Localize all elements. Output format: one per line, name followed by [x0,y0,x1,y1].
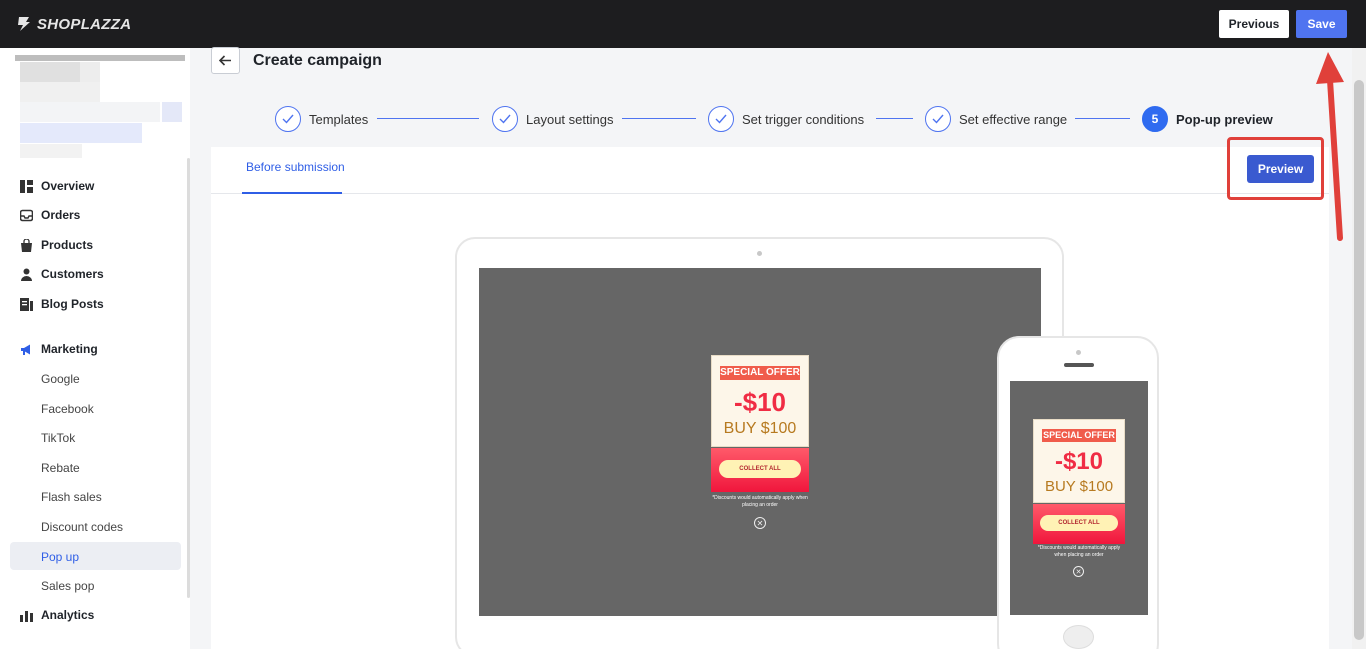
sidebar-subitem-discount-codes[interactable]: Discount codes [41,520,123,534]
page-scrollbar-thumb[interactable] [1354,80,1364,640]
collect-all-button[interactable]: COLLECT ALL [1040,515,1118,531]
sidebar-item-label: Products [41,238,94,252]
coupon-buy-text: BUY $100 [1044,478,1114,495]
step-label: Set effective range [959,111,1068,127]
step-connector [377,118,479,119]
sidebar-subitem-sales-pop[interactable]: Sales pop [41,579,94,593]
check-icon [275,106,301,132]
check-icon [708,106,734,132]
sidebar-item-label: Analytics [41,608,95,622]
sidebar-scrollbar[interactable] [187,158,190,598]
home-button-icon [1063,625,1094,649]
back-button[interactable] [211,47,240,74]
tab-divider [211,193,1329,194]
blur-pixel [162,102,182,122]
coupon-tag: SPECIAL OFFER [1042,429,1116,442]
blog-icon [20,297,33,311]
blur-pixel [20,82,100,102]
sidebar-subitem-flash-sales[interactable]: Flash sales [41,490,102,504]
sidebar-item-customers[interactable]: Customers [20,264,104,284]
shoplazza-logo[interactable]: SHOPLAZZA [16,14,131,34]
sidebar-subitem-pop-up[interactable]: Pop up [41,550,79,564]
annotation-highlight-box [1227,137,1324,200]
close-icon[interactable]: ✕ [1073,566,1084,577]
sidebar-active-highlight [10,542,181,570]
step-label: Pop-up preview [1176,111,1273,127]
logo-text: SHOPLAZZA [37,15,132,33]
arrow-left-icon [219,55,231,66]
bag-icon [21,238,32,252]
step-templates[interactable]: Templates [275,106,368,132]
sidebar-subitem-tiktok[interactable]: TikTok [41,431,75,445]
blur-pixel [20,123,142,143]
step-set-trigger-conditions[interactable]: Set trigger conditions [708,106,864,132]
sidebar-item-blog-posts[interactable]: Blog Posts [20,294,104,314]
tab-active-indicator [242,192,342,194]
blur-pixel [20,62,80,82]
sidebar-item-label: Marketing [41,342,98,356]
step-label: Templates [309,111,369,127]
coupon-buy-text: BUY $100 [723,420,797,437]
sidebar-item-marketing[interactable]: Marketing [20,339,98,359]
sidebar-subitem-google[interactable]: Google [41,372,80,386]
sidebar-item-label: Overview [41,179,95,193]
save-button[interactable]: Save [1296,10,1347,38]
step-connector [622,118,696,119]
step-pop-up-preview[interactable]: 5 Pop-up preview [1142,106,1273,132]
coupon-amount: -$10 [733,387,787,417]
sidebar-item-products[interactable]: Products [20,235,93,255]
step-label: Layout settings [526,111,614,127]
tab-before-submission[interactable]: Before submission [246,160,345,174]
step-layout-settings[interactable]: Layout settings [492,106,613,132]
sidebar-item-overview[interactable]: Overview [20,176,94,196]
step-set-effective-range[interactable]: Set effective range [925,106,1067,132]
top-bar: SHOPLAZZA Previous Save [0,0,1366,48]
blur-pixel [20,102,160,122]
collect-all-button[interactable]: COLLECT ALL [719,460,801,478]
close-icon[interactable]: ✕ [754,517,766,529]
sidebar-item-label: Orders [41,208,81,222]
camera-icon [1076,350,1081,355]
coupon-note: *Discounts would automatically apply whe… [1037,545,1121,558]
camera-icon [757,251,762,256]
page-title: Create campaign [253,52,382,69]
speaker-icon [1064,363,1094,367]
blur-pixel [20,144,82,158]
step-connector [876,118,913,119]
logo-icon [18,17,30,31]
sidebar-item-label: Customers [41,267,104,281]
sidebar-item-label: Blog Posts [41,297,104,311]
blur-pixel [80,62,100,82]
step-label: Set trigger conditions [742,111,865,127]
step-number: 5 [1142,106,1168,132]
chart-icon [20,610,33,622]
sidebar-item-orders[interactable]: Orders [20,205,80,225]
person-icon [21,268,32,281]
coupon-note: *Discounts would automatically apply whe… [712,495,808,508]
megaphone-icon [21,344,30,355]
check-icon [925,106,951,132]
store-info-blurred [15,55,185,61]
check-icon [492,106,518,132]
coupon-amount: -$10 [1054,448,1104,475]
inbox-icon [20,209,33,221]
sidebar-item-analytics[interactable]: Analytics [20,605,94,625]
step-connector [1075,118,1130,119]
sidebar-subitem-rebate[interactable]: Rebate [41,461,80,475]
sidebar-subitem-facebook[interactable]: Facebook [41,402,94,416]
previous-button[interactable]: Previous [1219,10,1289,38]
coupon-tag: SPECIAL OFFER [720,366,800,380]
overview-icon [20,179,33,193]
